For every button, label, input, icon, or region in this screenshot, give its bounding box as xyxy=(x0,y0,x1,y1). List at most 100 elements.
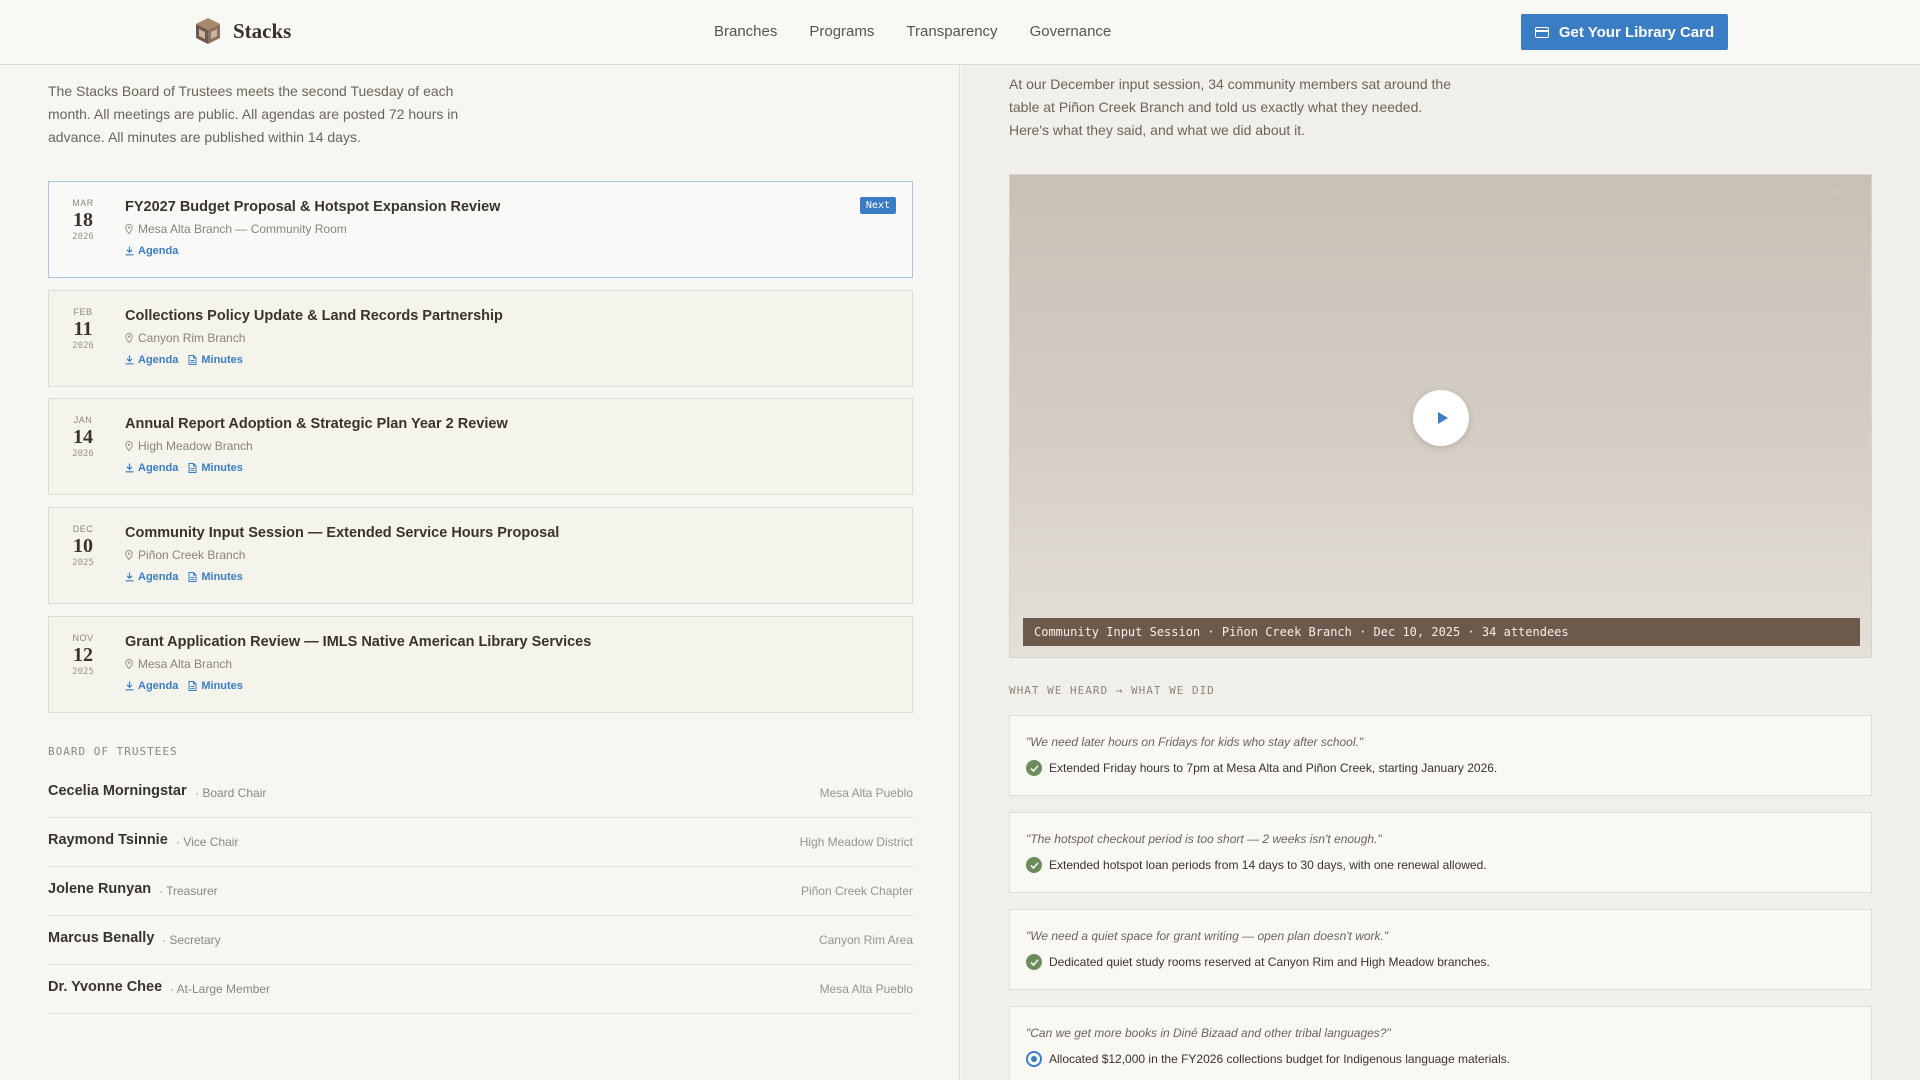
agenda-label: Agenda xyxy=(138,571,179,583)
feedback-card: "We need a quiet space for grant writing… xyxy=(1009,909,1872,990)
trustee-name: Raymond Tsinnie xyxy=(48,832,168,848)
minutes-link[interactable]: Minutes xyxy=(188,571,243,583)
meeting-location: Mesa Alta Branch xyxy=(125,657,232,671)
meeting-year: 2026 xyxy=(72,449,94,459)
meeting-location-text: Mesa Alta Branch — Community Room xyxy=(138,222,347,236)
meeting-card[interactable]: JAN 14 2026 Annual Report Adoption & Str… xyxy=(48,398,913,495)
meeting-day: 11 xyxy=(73,318,93,340)
map-pin-icon xyxy=(125,333,133,343)
map-pin-icon xyxy=(125,224,133,234)
trustee-role: · Secretary xyxy=(162,933,221,947)
play-button[interactable] xyxy=(1413,390,1469,446)
feedback-action-text: Extended Friday hours to 7pm at Mesa Alt… xyxy=(1049,761,1498,775)
trustee-area: Piñon Creek Chapter xyxy=(800,884,913,898)
agenda-link[interactable]: Agenda xyxy=(125,462,178,474)
agenda-label: Agenda xyxy=(138,680,179,692)
feedback-card: "We need later hours on Fridays for kids… xyxy=(1009,715,1872,796)
books-cube-icon xyxy=(196,18,220,44)
nav-governance[interactable]: Governance xyxy=(1030,23,1112,40)
meeting-date: NOV 12 2025 xyxy=(63,633,103,677)
meeting-card[interactable]: FEB 11 2026 Collections Policy Update & … xyxy=(48,290,913,387)
download-icon xyxy=(125,246,134,256)
meeting-card[interactable]: NOV 12 2025 Grant Application Review — I… xyxy=(48,616,913,713)
trustee-row: Marcus Benally · Secretary Canyon Rim Ar… xyxy=(48,916,913,965)
meeting-day: 10 xyxy=(73,535,93,557)
meeting-links: Agenda Minutes xyxy=(125,571,243,583)
session-video[interactable]: 28:14 Community Input Session · Piñon Cr… xyxy=(1009,174,1872,658)
meeting-location: Piñon Creek Branch xyxy=(125,548,245,562)
download-icon xyxy=(125,681,134,691)
feedback-action-text: Allocated $12,000 in the FY2026 collecti… xyxy=(1049,1052,1510,1066)
meeting-card[interactable]: MAR 18 2026 FY2027 Budget Proposal & Hot… xyxy=(48,181,913,278)
meeting-location-text: High Meadow Branch xyxy=(138,439,253,453)
document-icon xyxy=(188,355,197,365)
heard-label: WHAT WE HEARD → WHAT WE DID xyxy=(1009,684,1215,697)
minutes-link[interactable]: Minutes xyxy=(188,680,243,692)
library-card-button[interactable]: Get Your Library Card xyxy=(1521,14,1728,50)
meeting-date: JAN 14 2026 xyxy=(63,415,103,459)
agenda-link[interactable]: Agenda xyxy=(125,680,178,692)
site-header: Stacks Branches Programs Transparency Go… xyxy=(0,0,1920,65)
video-caption: Community Input Session · Piñon Creek Br… xyxy=(1023,618,1860,646)
minutes-link[interactable]: Minutes xyxy=(188,462,243,474)
trustee-role: · Treasurer xyxy=(159,884,218,898)
meeting-date: MAR 18 2026 xyxy=(63,198,103,242)
meeting-year: 2025 xyxy=(72,667,94,677)
meeting-year: 2026 xyxy=(72,341,94,351)
meeting-year: 2025 xyxy=(72,558,94,568)
trustee-role: · Vice Chair xyxy=(176,835,239,849)
check-icon xyxy=(1026,954,1042,970)
agenda-link[interactable]: Agenda xyxy=(125,245,178,257)
meeting-day: 18 xyxy=(73,209,93,231)
feedback-quote: "The hotspot checkout period is too shor… xyxy=(1026,832,1382,846)
nav-programs[interactable]: Programs xyxy=(809,23,874,40)
meeting-title: Annual Report Adoption & Strategic Plan … xyxy=(125,416,508,432)
meeting-title: Community Input Session — Extended Servi… xyxy=(125,525,560,541)
document-icon xyxy=(188,572,197,582)
nav-transparency[interactable]: Transparency xyxy=(906,23,997,40)
trustee-name: Cecelia Morningstar xyxy=(48,783,187,799)
meeting-title: Grant Application Review — IMLS Native A… xyxy=(125,634,592,650)
meeting-title: FY2027 Budget Proposal & Hotspot Expansi… xyxy=(125,199,501,215)
feedback-card: "Can we get more books in Diné Bizaad an… xyxy=(1009,1006,1872,1080)
agenda-link[interactable]: Agenda xyxy=(125,571,178,583)
minutes-link[interactable]: Minutes xyxy=(188,354,243,366)
main-nav: Branches Programs Transparency Governanc… xyxy=(714,23,1111,40)
logo[interactable]: Stacks xyxy=(195,17,291,45)
trustee-role: · Board Chair xyxy=(195,786,267,800)
trustee-row: Jolene Runyan · Treasurer Piñon Creek Ch… xyxy=(48,867,913,916)
trustee-row: Dr. Yvonne Chee · At-Large Member Mesa A… xyxy=(48,965,913,1014)
agenda-label: Agenda xyxy=(138,462,179,474)
trustee-role: · At-Large Member xyxy=(170,982,271,996)
board-intro: The Stacks Board of Trustees meets the s… xyxy=(48,83,459,145)
check-icon xyxy=(1026,760,1042,776)
minutes-label: Minutes xyxy=(201,571,243,583)
meeting-month: NOV xyxy=(72,633,94,643)
agenda-link[interactable]: Agenda xyxy=(125,354,178,366)
feedback-action-text: Extended hotspot loan periods from 14 da… xyxy=(1049,858,1487,872)
minutes-label: Minutes xyxy=(201,462,243,474)
feedback-quote: "We need later hours on Fridays for kids… xyxy=(1026,735,1364,749)
feedback-quote: "Can we get more books in Diné Bizaad an… xyxy=(1026,1026,1391,1040)
meeting-links: Agenda Minutes xyxy=(125,680,243,692)
download-icon xyxy=(125,572,134,582)
session-intro: At our December input session, 34 commun… xyxy=(1009,76,1451,138)
meeting-day: 12 xyxy=(73,644,93,666)
trustee-area: Canyon Rim Area xyxy=(818,933,913,947)
minutes-label: Minutes xyxy=(201,354,243,366)
trustee-area: High Meadow District xyxy=(799,835,913,849)
nav-branches[interactable]: Branches xyxy=(714,23,777,40)
download-icon xyxy=(125,463,134,473)
map-pin-icon xyxy=(125,441,133,451)
download-icon xyxy=(125,355,134,365)
map-pin-icon xyxy=(125,659,133,669)
map-pin-icon xyxy=(125,550,133,560)
meeting-card[interactable]: DEC 10 2025 Community Input Session — Ex… xyxy=(48,507,913,604)
play-icon xyxy=(1437,412,1448,424)
agenda-label: Agenda xyxy=(138,245,179,257)
agenda-label: Agenda xyxy=(138,354,179,366)
meeting-location: Canyon Rim Branch xyxy=(125,331,245,345)
meeting-location-text: Canyon Rim Branch xyxy=(138,331,246,345)
feedback-action: Extended Friday hours to 7pm at Mesa Alt… xyxy=(1026,760,1497,776)
board-panel: The Stacks Board of Trustees meets the s… xyxy=(0,0,960,1080)
